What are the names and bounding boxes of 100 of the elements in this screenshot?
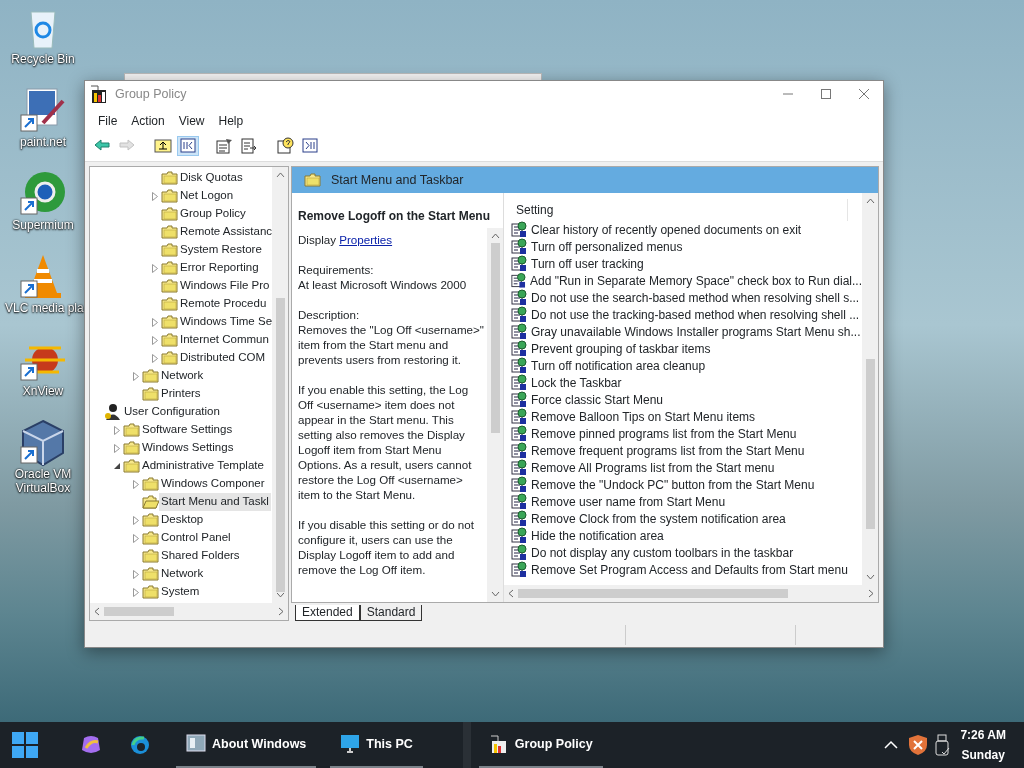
- tree-item[interactable]: Shared Folders: [159, 547, 242, 565]
- menu-item[interactable]: Help: [211, 111, 251, 131]
- tree-item[interactable]: Windows Componer: [159, 475, 267, 493]
- setting-name[interactable]: Prevent grouping of taskbar items: [531, 339, 711, 358]
- setting-name[interactable]: Lock the Taskbar: [531, 373, 622, 392]
- tree-item[interactable]: Internet Commun: [178, 331, 271, 349]
- close-icon[interactable]: [858, 88, 870, 100]
- setting-name[interactable]: Turn off notification area cleanup: [531, 356, 706, 375]
- scroll-left-icon[interactable]: [94, 607, 100, 616]
- tree-item[interactable]: Remote Assistanc: [178, 223, 272, 241]
- setting-name[interactable]: Remove the "Undock PC" button from the Start Menu: [531, 475, 815, 494]
- setting-name[interactable]: Remove Set Program Access and Defaults from Start menu: [531, 560, 848, 579]
- tree-item[interactable]: Disk Quotas: [178, 169, 245, 187]
- taskbar-button[interactable]: This PC: [330, 722, 423, 768]
- menu-item[interactable]: View: [171, 111, 212, 131]
- pane-toggle-icon[interactable]: [177, 136, 199, 156]
- setting-name[interactable]: Remove pinned programs list from the Start Menu: [531, 424, 797, 443]
- menu-item[interactable]: File: [91, 111, 125, 131]
- tree-item[interactable]: Control Panel: [159, 529, 233, 547]
- tree-item[interactable]: Start Menu and Taskl: [159, 493, 271, 511]
- scroll-up-icon[interactable]: [275, 172, 285, 178]
- setting-name[interactable]: Hide the notification area: [531, 526, 664, 545]
- setting-name[interactable]: Add "Run in Separate Memory Space" check box to Run dial...: [529, 271, 862, 290]
- app-shortcut-icon[interactable]: [19, 419, 67, 467]
- app-shortcut-icon[interactable]: [19, 87, 67, 135]
- scrollbar-thumb[interactable]: [518, 589, 788, 598]
- scroll-down-icon[interactable]: [865, 574, 875, 580]
- shield-icon[interactable]: [908, 734, 929, 756]
- tree-item[interactable]: System: [159, 583, 202, 601]
- tree-item[interactable]: Remote Procedu: [178, 295, 269, 313]
- setting-name[interactable]: Remove user name from Start Menu: [531, 492, 726, 511]
- tree-item[interactable]: Printers: [159, 385, 203, 403]
- scroll-up-icon[interactable]: [865, 198, 875, 204]
- tree-item[interactable]: User Configuration: [122, 403, 222, 421]
- expand-arrow-icon[interactable]: [152, 335, 158, 345]
- horizontal-scrollbar[interactable]: [90, 603, 288, 620]
- scrollbar-thumb[interactable]: [104, 607, 174, 616]
- pane-toggle-icon[interactable]: [299, 136, 321, 156]
- tree-item[interactable]: Distributed COM: [178, 349, 267, 367]
- setting-name[interactable]: Do not use the tracking-based method when resolving shell ...: [531, 305, 860, 324]
- copilot-icon[interactable]: [80, 734, 102, 756]
- clock-date[interactable]: Sunday: [960, 745, 1006, 765]
- scroll-down-icon[interactable]: [275, 592, 285, 598]
- start-icon[interactable]: [12, 732, 38, 758]
- setting-name[interactable]: Remove Clock from the system notification area: [531, 509, 786, 528]
- tree-item[interactable]: Net Logon: [178, 187, 236, 205]
- expand-arrow-icon[interactable]: [133, 515, 139, 525]
- expand-arrow-icon[interactable]: [152, 353, 158, 363]
- tree-item[interactable]: Network: [159, 565, 206, 583]
- tree-item[interactable]: Desktop: [159, 511, 206, 529]
- usb-drive-icon[interactable]: [934, 734, 951, 756]
- properties-icon[interactable]: [213, 136, 235, 156]
- scroll-right-icon[interactable]: [278, 607, 284, 616]
- help-icon[interactable]: [274, 136, 296, 156]
- expand-arrow-icon[interactable]: [133, 371, 139, 381]
- expand-arrow-icon[interactable]: [133, 479, 139, 489]
- column-header[interactable]: Setting: [510, 199, 848, 221]
- setting-name[interactable]: Turn off user tracking: [531, 254, 644, 273]
- clock-time[interactable]: 7:26 AM: [960, 725, 1006, 745]
- vertical-scrollbar[interactable]: [487, 228, 503, 602]
- taskbar-button[interactable]: About Windows: [176, 722, 317, 768]
- tree-item[interactable]: Network: [159, 367, 206, 385]
- tab[interactable]: Standard: [359, 605, 423, 621]
- setting-name[interactable]: Remove Balloon Tips on Start Menu items: [531, 407, 756, 426]
- scroll-left-icon[interactable]: [508, 589, 514, 598]
- tab[interactable]: Extended: [295, 605, 360, 621]
- menu-item[interactable]: Action: [124, 111, 172, 131]
- tree-item[interactable]: Error Reporting: [178, 259, 261, 277]
- tree-item[interactable]: Group Policy: [178, 205, 248, 223]
- setting-name[interactable]: Gray unavailable Windows Installer programs Start Menu sh...: [531, 322, 861, 341]
- setting-name[interactable]: Force classic Start Menu: [531, 390, 664, 409]
- scroll-up-icon[interactable]: [490, 233, 500, 239]
- expand-arrow-icon[interactable]: [114, 425, 120, 435]
- scrollbar-thumb[interactable]: [865, 359, 875, 529]
- expand-arrow-icon[interactable]: [133, 569, 139, 579]
- vertical-scrollbar[interactable]: [272, 167, 288, 603]
- taskbar-button[interactable]: Group Policy: [478, 722, 603, 768]
- tree-item[interactable]: Windows Settings: [140, 439, 236, 457]
- horizontal-scrollbar[interactable]: [504, 585, 878, 602]
- scroll-right-icon[interactable]: [868, 589, 874, 598]
- scrollbar-thumb[interactable]: [275, 297, 285, 593]
- tree-item[interactable]: Windows Time Se: [178, 313, 272, 331]
- tree-item[interactable]: Administrative Template: [140, 457, 266, 475]
- chevron-up-icon[interactable]: [884, 740, 899, 750]
- tree-item[interactable]: Windows File Pro: [178, 277, 272, 295]
- vertical-scrollbar[interactable]: [862, 193, 878, 585]
- tree-item[interactable]: Software Settings: [140, 421, 235, 439]
- setting-name[interactable]: Do not display any custom toolbars in the taskbar: [531, 543, 794, 562]
- expand-arrow-icon[interactable]: [114, 443, 120, 453]
- setting-name[interactable]: Remove frequent programs list from the Start Menu: [531, 441, 805, 460]
- scroll-down-icon[interactable]: [490, 591, 500, 597]
- app-shortcut-icon[interactable]: [19, 170, 67, 218]
- tree-item[interactable]: System Restore: [178, 241, 264, 259]
- setting-name[interactable]: Remove All Programs list from the Start menu: [531, 458, 775, 477]
- expand-arrow-icon[interactable]: [152, 317, 158, 327]
- browser-icon[interactable]: [130, 735, 150, 755]
- expand-arrow-icon[interactable]: [133, 533, 139, 543]
- setting-name[interactable]: Clear history of recently opened documents on exit: [531, 220, 802, 239]
- setting-name[interactable]: Turn off personalized menus: [531, 237, 683, 256]
- expand-arrow-icon[interactable]: [152, 191, 158, 201]
